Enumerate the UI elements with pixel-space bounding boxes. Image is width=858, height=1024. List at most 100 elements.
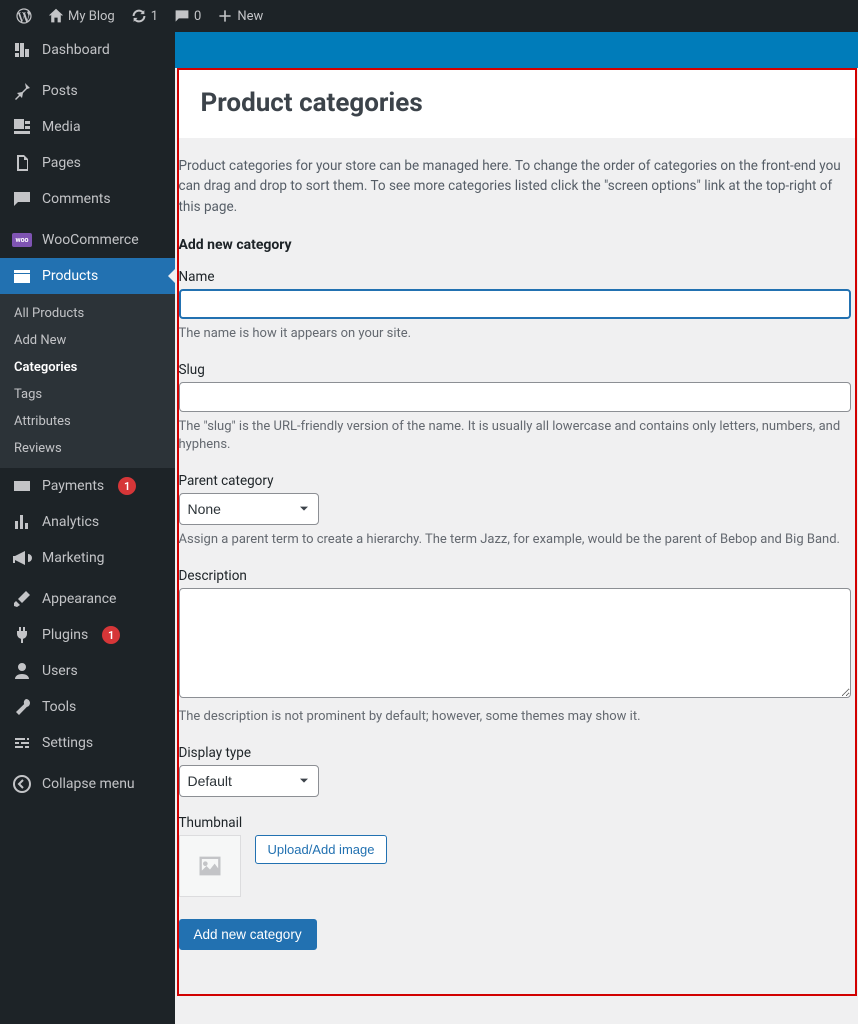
new-content-link[interactable]: New xyxy=(209,0,271,32)
sub-item-add-new[interactable]: Add New xyxy=(0,327,175,354)
sidebar-label: Settings xyxy=(42,735,93,751)
updates-count: 1 xyxy=(151,9,158,24)
label-description: Description xyxy=(179,568,851,584)
wp-logo[interactable] xyxy=(8,0,40,32)
add-category-heading: Add new category xyxy=(179,237,851,253)
woocommerce-top-banner xyxy=(175,32,858,68)
analytics-icon xyxy=(12,512,32,532)
brush-icon xyxy=(12,589,32,609)
wordpress-icon xyxy=(16,8,32,24)
field-description: Description The description is not promi… xyxy=(179,568,851,727)
page-title: Product categories xyxy=(201,88,833,118)
sidebar-label: Collapse menu xyxy=(42,776,135,792)
sidebar-label: Pages xyxy=(42,155,81,171)
field-slug: Slug The "slug" is the URL-friendly vers… xyxy=(179,362,851,456)
label-parent: Parent category xyxy=(179,473,851,489)
content-wrap: Product categories Product categories fo… xyxy=(175,0,858,1024)
new-label: New xyxy=(237,9,263,24)
add-category-submit[interactable]: Add new category xyxy=(179,919,317,950)
sidebar-label: Media xyxy=(42,119,81,135)
comments-link[interactable]: 0 xyxy=(166,0,209,32)
input-slug[interactable] xyxy=(179,382,851,412)
admin-bar: My Blog 1 0 New xyxy=(0,0,858,32)
label-thumbnail: Thumbnail xyxy=(179,815,851,831)
select-display-type[interactable]: Default xyxy=(179,765,319,797)
intro-text: Product categories for your store can be… xyxy=(179,150,851,225)
updates-link[interactable]: 1 xyxy=(123,0,166,32)
sidebar-label: Appearance xyxy=(42,591,116,607)
sidebar-label: Posts xyxy=(42,83,78,99)
site-name-text: My Blog xyxy=(68,9,115,24)
sidebar-item-appearance[interactable]: Appearance xyxy=(0,581,175,617)
label-slug: Slug xyxy=(179,362,851,378)
dashboard-icon xyxy=(12,40,32,60)
field-display-type: Display type Default xyxy=(179,745,851,797)
plug-icon xyxy=(12,625,32,645)
sidebar-collapse[interactable]: Collapse menu xyxy=(0,766,175,802)
sidebar-item-pages[interactable]: Pages xyxy=(0,145,175,181)
sidebar-label: WooCommerce xyxy=(42,232,139,248)
page-header: Product categories xyxy=(179,70,855,138)
sub-item-all-products[interactable]: All Products xyxy=(0,300,175,327)
sidebar-label: Tools xyxy=(42,699,76,715)
pages-icon xyxy=(12,153,32,173)
sidebar-item-products[interactable]: Products xyxy=(0,258,175,294)
products-icon xyxy=(12,266,32,286)
label-name: Name xyxy=(179,269,851,285)
products-submenu: All Products Add New Categories Tags Att… xyxy=(0,294,175,468)
sidebar-item-settings[interactable]: Settings xyxy=(0,725,175,761)
collapse-icon xyxy=(12,774,32,794)
sidebar-label: Products xyxy=(42,268,98,284)
form-pane: Product categories for your store can be… xyxy=(179,138,855,994)
sliders-icon xyxy=(12,733,32,753)
pin-icon xyxy=(12,81,32,101)
woocommerce-icon: woo xyxy=(12,230,32,250)
field-thumbnail: Thumbnail Upload/Add image xyxy=(179,815,851,897)
sidebar-label: Marketing xyxy=(42,550,105,566)
megaphone-icon xyxy=(12,548,32,568)
hint-slug: The "slug" is the URL-friendly version o… xyxy=(179,418,851,456)
sidebar-item-comments[interactable]: Comments xyxy=(0,181,175,217)
sub-item-tags[interactable]: Tags xyxy=(0,381,175,408)
upload-image-button[interactable]: Upload/Add image xyxy=(255,835,388,864)
sub-item-attributes[interactable]: Attributes xyxy=(0,408,175,435)
payments-badge: 1 xyxy=(118,477,136,495)
payments-icon xyxy=(12,476,32,496)
sidebar-item-posts[interactable]: Posts xyxy=(0,73,175,109)
sidebar-item-media[interactable]: Media xyxy=(0,109,175,145)
sidebar-item-dashboard[interactable]: Dashboard xyxy=(0,32,175,68)
comments-icon xyxy=(12,189,32,209)
sub-item-categories[interactable]: Categories xyxy=(0,354,175,381)
image-placeholder-icon xyxy=(196,852,224,880)
sidebar-label: Comments xyxy=(42,191,111,207)
sidebar-item-marketing[interactable]: Marketing xyxy=(0,540,175,576)
sidebar-item-woocommerce[interactable]: woo WooCommerce xyxy=(0,222,175,258)
sidebar-item-analytics[interactable]: Analytics xyxy=(0,504,175,540)
input-name[interactable] xyxy=(179,289,851,319)
hint-parent: Assign a parent term to create a hierarc… xyxy=(179,531,851,550)
media-icon xyxy=(12,117,32,137)
label-display-type: Display type xyxy=(179,745,851,761)
sidebar-label: Plugins xyxy=(42,627,88,643)
sidebar-item-tools[interactable]: Tools xyxy=(0,689,175,725)
field-name: Name The name is how it appears on your … xyxy=(179,269,851,344)
hint-name: The name is how it appears on your site. xyxy=(179,325,851,344)
select-parent[interactable]: None xyxy=(179,493,319,525)
sidebar-label: Analytics xyxy=(42,514,99,530)
sidebar-item-users[interactable]: Users xyxy=(0,653,175,689)
content-highlight-box: Product categories Product categories fo… xyxy=(177,68,857,996)
field-parent: Parent category None Assign a parent ter… xyxy=(179,473,851,550)
refresh-icon xyxy=(131,8,147,24)
site-name-link[interactable]: My Blog xyxy=(40,0,123,32)
textarea-description[interactable] xyxy=(179,588,851,698)
wrench-icon xyxy=(12,697,32,717)
hint-description: The description is not prominent by defa… xyxy=(179,708,851,727)
sidebar-item-payments[interactable]: Payments 1 xyxy=(0,468,175,504)
sidebar-label: Payments xyxy=(42,478,104,494)
sidebar-item-plugins[interactable]: Plugins 1 xyxy=(0,617,175,653)
comment-icon xyxy=(174,8,190,24)
comments-count: 0 xyxy=(194,9,201,24)
plugins-badge: 1 xyxy=(102,626,120,644)
sub-item-reviews[interactable]: Reviews xyxy=(0,435,175,462)
sidebar-label: Dashboard xyxy=(42,42,110,58)
